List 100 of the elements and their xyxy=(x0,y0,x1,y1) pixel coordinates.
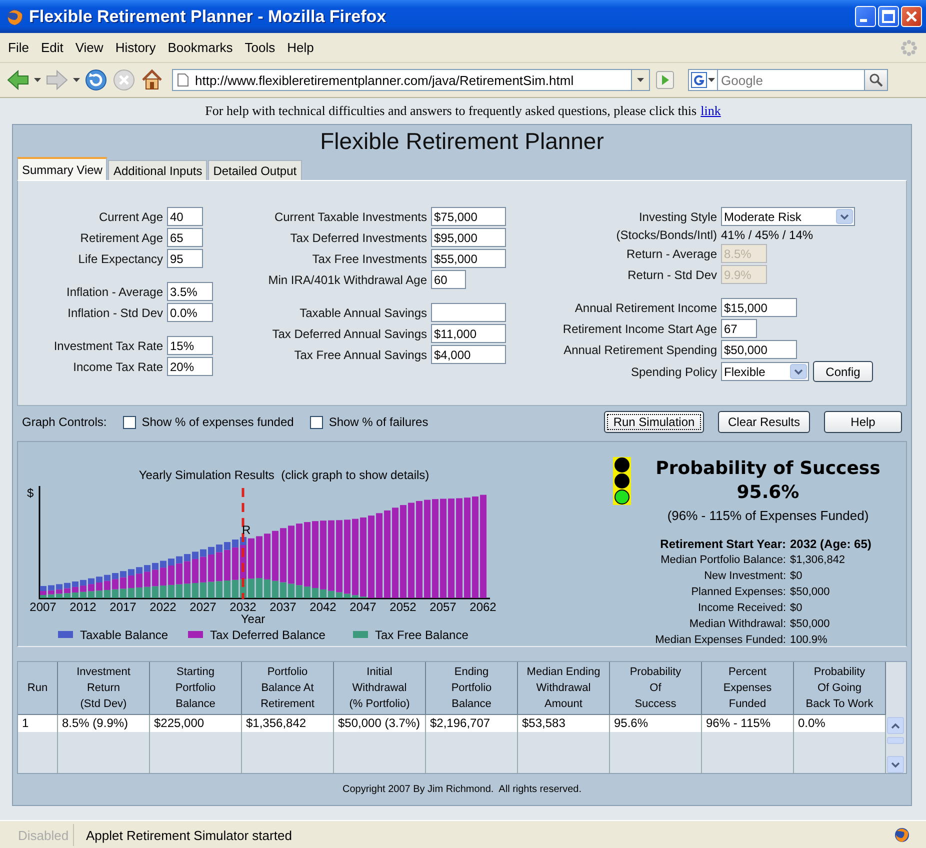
text-field[interactable]: 67 xyxy=(721,319,757,338)
dropdown[interactable]: Flexible xyxy=(721,362,809,381)
menu-item[interactable]: History xyxy=(109,38,162,57)
stacked-bar xyxy=(88,578,94,598)
tab[interactable]: Summary View xyxy=(17,157,108,180)
column-header[interactable]: Investment Return (Std Dev) xyxy=(58,662,150,715)
detail-value: $50,000 xyxy=(790,585,831,600)
field-label: Tax Free Investments xyxy=(311,252,427,266)
column-header[interactable]: Percent Expenses Funded xyxy=(702,662,794,715)
stacked-bar xyxy=(64,582,70,598)
menu-item[interactable]: Bookmarks xyxy=(162,38,239,57)
menu-item[interactable]: File xyxy=(2,38,35,57)
caret-icon[interactable] xyxy=(34,78,41,82)
dropdown-button[interactable] xyxy=(632,69,650,91)
dropdown[interactable]: Moderate Risk xyxy=(721,207,855,226)
menu-item[interactable]: Tools xyxy=(238,38,282,57)
search-button[interactable] xyxy=(864,69,888,91)
field-label: Annual Retirement Income xyxy=(574,300,717,314)
axis-label: Year xyxy=(240,612,266,626)
stacked-bar xyxy=(216,544,222,598)
text-field[interactable]: $15,000 xyxy=(721,298,797,317)
text-field[interactable]: $50,000 xyxy=(721,340,797,359)
close-icon xyxy=(905,10,918,23)
detail-value: $0 xyxy=(790,569,804,584)
stacked-bar xyxy=(72,581,78,598)
caret-icon[interactable] xyxy=(73,78,80,82)
legend-label: Tax Deferred Balance xyxy=(210,628,326,642)
field-label: Inflation - Std Dev xyxy=(66,306,163,320)
column-header[interactable]: Ending Portfolio Balance xyxy=(426,662,518,715)
detail-label: Retirement Start Year: xyxy=(659,536,786,552)
text-field[interactable]: 15% xyxy=(167,336,213,355)
text-field[interactable]: $4,000 xyxy=(431,345,506,364)
text-field[interactable]: $55,000 xyxy=(431,249,506,268)
column-header[interactable]: Median Ending Withdrawal Amount xyxy=(518,662,610,715)
menu-item[interactable]: Edit xyxy=(34,38,70,57)
scroll-down-button[interactable] xyxy=(887,756,904,773)
text-field[interactable]: 0.0% xyxy=(167,303,213,322)
menu-item[interactable]: View xyxy=(69,38,110,57)
column-header[interactable]: Initial Withdrawal (% Portfolio) xyxy=(334,662,426,715)
search-field[interactable]: Google xyxy=(718,69,864,91)
column-header[interactable]: Portfolio Balance At Retirement xyxy=(242,662,334,715)
scroll-thumb[interactable] xyxy=(887,737,904,744)
result-heading: Probability of Success xyxy=(656,457,880,481)
address-field[interactable]: http://www.flexibleretirementplanner.com/java/RetirementSim.html xyxy=(172,69,632,91)
text-field[interactable]: $11,000 xyxy=(431,324,506,343)
table-cell: $53,583 xyxy=(518,715,610,732)
search-icon xyxy=(869,73,883,87)
chart-title: Yearly Simulation Results (click graph to show details) xyxy=(138,468,430,482)
stacked-bar xyxy=(160,560,166,598)
tab[interactable]: Additional Inputs xyxy=(108,160,208,180)
field-label: Income Tax Rate xyxy=(72,360,163,374)
checkbox-label[interactable]: Show % of failures xyxy=(328,415,428,429)
checkbox-label[interactable]: Show % of expenses funded xyxy=(142,415,294,429)
help-button[interactable]: Help xyxy=(824,411,902,433)
field-label: Tax Free Annual Savings xyxy=(293,348,427,362)
menu-item[interactable]: Help xyxy=(281,38,320,57)
caret-icon xyxy=(637,78,644,82)
scroll-up-button[interactable] xyxy=(887,717,904,734)
help-link[interactable]: link xyxy=(700,103,721,119)
text-field[interactable]: 65 xyxy=(167,228,203,247)
table-cell: 1 xyxy=(18,715,58,732)
text-field[interactable]: 60 xyxy=(431,270,466,289)
g-logo-icon xyxy=(691,72,707,88)
traffic-light-icon xyxy=(613,457,631,505)
stacked-bar xyxy=(48,585,54,598)
text-field[interactable]: 95 xyxy=(167,249,203,268)
text-field[interactable]: 40 xyxy=(167,207,203,226)
text-field[interactable]: $75,000 xyxy=(431,207,506,226)
checkbox[interactable] xyxy=(122,416,136,428)
back-arrow-icon[interactable] xyxy=(6,69,30,91)
table-cell: $2,196,707 xyxy=(426,715,518,732)
maximize-button[interactable] xyxy=(878,6,899,27)
stacked-bar xyxy=(136,567,142,598)
column-header[interactable]: Starting Portfolio Balance xyxy=(150,662,242,715)
funded-range: (96% - 115% of Expenses Funded) xyxy=(667,508,869,523)
stacked-bar xyxy=(256,536,262,598)
close-button[interactable] xyxy=(901,6,922,27)
text-field[interactable]: 20% xyxy=(167,357,213,376)
text-field[interactable]: $95,000 xyxy=(431,228,506,247)
text-field[interactable]: 3.5% xyxy=(167,282,213,301)
action-button[interactable]: Run Simulation xyxy=(604,411,704,433)
checkbox[interactable] xyxy=(310,416,323,428)
reload-icon[interactable] xyxy=(84,68,108,92)
field-label: Current Taxable Investments xyxy=(273,210,427,224)
stacked-bar xyxy=(56,584,62,598)
text-field[interactable] xyxy=(431,303,506,322)
column-header[interactable]: Run xyxy=(18,662,58,715)
axis-tick-label: 2047 xyxy=(350,600,376,614)
success-value: 95.6% xyxy=(736,481,800,505)
tab[interactable]: Detailed Output xyxy=(208,160,302,180)
config-button[interactable]: Config xyxy=(813,361,873,382)
axis-tick-label: 2037 xyxy=(270,600,296,614)
action-button[interactable]: Clear Results xyxy=(718,411,810,433)
column-header[interactable]: Probability Of Going Back To Work xyxy=(794,662,886,715)
search-engine-button[interactable] xyxy=(688,69,718,91)
minimize-button[interactable] xyxy=(855,6,876,27)
home-icon[interactable] xyxy=(140,68,164,92)
field-label: Spending Policy xyxy=(630,364,717,378)
status-indicator: Disabled xyxy=(4,824,74,846)
column-header[interactable]: Probability Of Success xyxy=(610,662,702,715)
